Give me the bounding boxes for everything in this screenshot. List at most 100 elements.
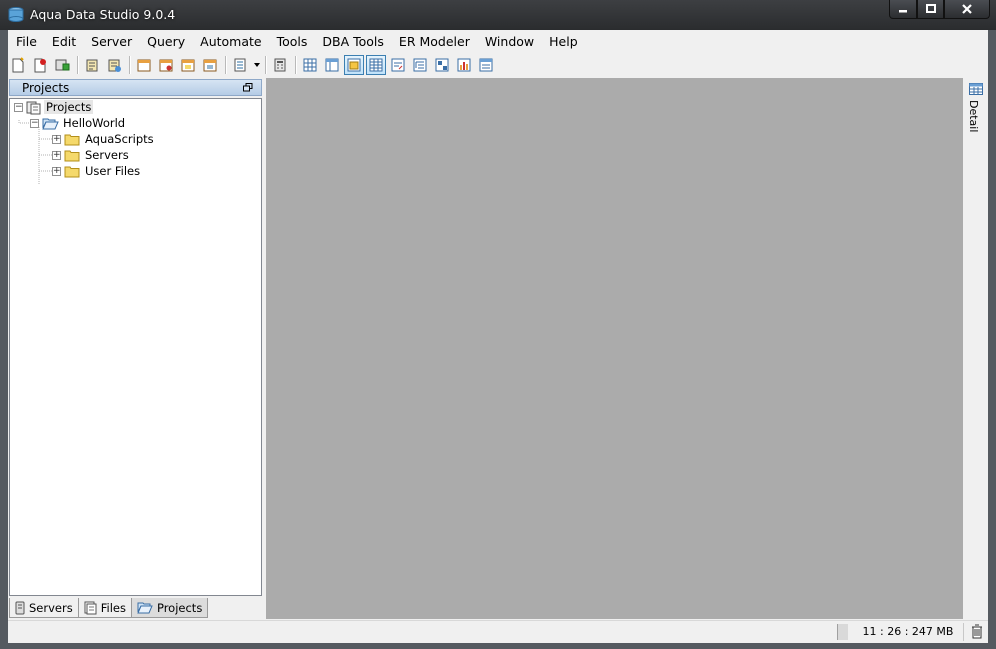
folder-icon [64,150,80,161]
form-view-button[interactable] [476,55,496,75]
title-bar[interactable]: Aqua Data Studio 9.0.4 [0,0,996,30]
properties-icon [86,59,98,72]
tree-node-user-files[interactable]: + User Files [52,163,142,179]
compare-icon [203,59,217,72]
client-area: File Edit Server Query Automate Tools DB… [8,30,988,643]
menu-help[interactable]: Help [541,32,585,52]
expand-icon[interactable]: + [52,150,61,160]
new-file-icon [12,57,24,73]
maximize-icon [925,4,936,13]
status-separator [963,623,964,641]
workspace-area[interactable] [266,78,963,619]
tab-label: Files [100,600,126,615]
compare-button[interactable] [200,55,220,75]
properties2-button[interactable] [104,55,124,75]
menu-query[interactable]: Query [139,32,192,52]
chart-view-button[interactable] [454,55,474,75]
restore-icon[interactable] [243,83,253,92]
toolbar-separator [77,56,79,74]
tree-label: User Files [85,164,141,178]
garbage-collect-icon[interactable] [971,624,983,639]
register-server-button[interactable] [52,55,72,75]
tree-node-servers[interactable]: + Servers [52,147,131,163]
grid-view-icon [303,58,317,72]
folder-icon [64,166,80,177]
tree-node-helloworld[interactable]: − HelloWorld [30,115,127,131]
text-view-button[interactable] [388,55,408,75]
folder-view-button[interactable] [344,55,364,75]
properties2-icon [108,59,121,72]
server-icon [15,601,25,614]
expand-icon[interactable]: + [52,166,61,176]
tree-view-icon [413,58,427,72]
status-bar: 11 : 26 : 247 MB [8,620,988,643]
panel-tabs: Servers Files Projects [9,598,262,619]
memory-status: 11 : 26 : 247 MB [862,625,954,638]
menu-window[interactable]: Window [477,32,541,52]
tab-files[interactable]: Files [77,598,132,618]
query-window2-button[interactable] [156,55,176,75]
toolbar-separator [295,56,297,74]
tab-servers[interactable]: Servers [9,598,79,618]
properties-button[interactable] [82,55,102,75]
calculator-button[interactable] [270,55,290,75]
panel-header: Projects [9,79,262,96]
detail-icon [969,83,983,95]
query-window-button[interactable] [134,55,154,75]
detail-sidebar[interactable]: Detail [963,78,988,619]
query-window2-icon [159,59,173,72]
folder-view-icon [347,58,361,72]
form-view-icon [479,58,493,72]
panel-title: Projects [22,81,70,95]
minimize-button[interactable] [889,0,917,19]
menu-tools[interactable]: Tools [269,32,315,52]
menu-er-modeler[interactable]: ER Modeler [391,32,477,52]
toolbar-separator [129,56,131,74]
collapse-icon[interactable]: − [30,118,39,128]
grid-view-button[interactable] [300,55,320,75]
pivot-view-button[interactable] [432,55,452,75]
expand-icon[interactable]: + [52,134,61,144]
script-button[interactable] [230,55,250,75]
menu-file[interactable]: File [8,32,44,52]
status-grip [837,624,848,640]
folder-icon [64,134,80,145]
open-folder-icon [42,118,59,130]
projects-icon [26,101,41,115]
collapse-icon[interactable]: − [14,102,23,112]
menu-bar: File Edit Server Query Automate Tools DB… [8,32,585,52]
tree-view-button[interactable] [410,55,430,75]
dropdown-arrow-icon [254,62,260,67]
menu-server[interactable]: Server [83,32,139,52]
script-dropdown[interactable] [252,61,262,70]
close-button[interactable] [944,0,990,19]
maximize-button[interactable] [917,0,944,19]
script-icon [234,58,246,72]
tree-label: HelloWorld [63,116,126,130]
projects-panel: Projects − Projects − HelloWorld + AquaS… [9,79,262,620]
tree-node-projects[interactable]: − Projects [14,99,94,115]
minimize-icon [899,10,907,13]
query-window3-button[interactable] [178,55,198,75]
menu-edit[interactable]: Edit [44,32,83,52]
menu-dba-tools[interactable]: DBA Tools [314,32,391,52]
remove-icon [34,58,46,73]
close-icon [962,4,972,14]
table-view-button[interactable] [322,55,342,75]
results-grid-button[interactable] [366,55,386,75]
register-server-icon [55,59,70,71]
tab-label: Projects [156,600,203,615]
new-file-button[interactable] [8,55,28,75]
chart-view-icon [457,58,471,72]
tree-label: Servers [85,148,129,162]
calculator-icon [274,58,286,72]
pivot-view-icon [435,58,449,72]
menu-automate[interactable]: Automate [192,32,268,52]
remove-button[interactable] [30,55,50,75]
tree-label: Projects [44,100,94,114]
application-window: Aqua Data Studio 9.0.4 File Edit Server … [0,0,996,649]
query-window3-icon [181,59,195,72]
detail-label[interactable]: Detail [967,100,980,132]
tab-projects[interactable]: Projects [130,598,209,618]
tree-node-aquascripts[interactable]: + AquaScripts [52,131,156,147]
